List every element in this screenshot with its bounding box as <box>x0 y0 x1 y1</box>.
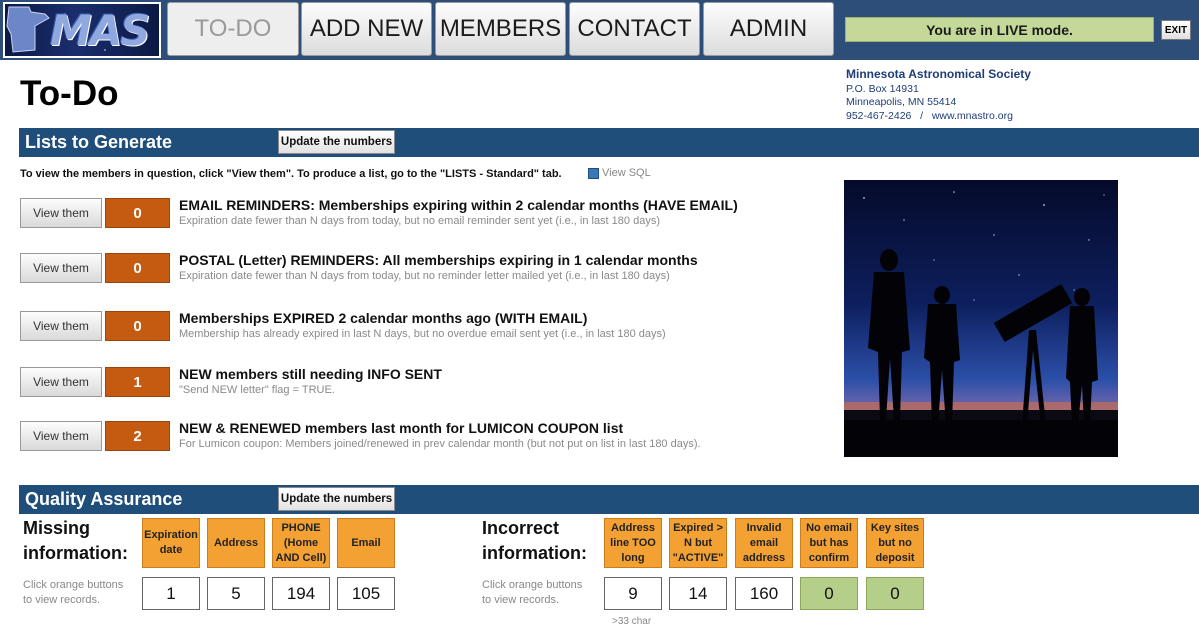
list-row-new-members: View them 1 NEW members still needing IN… <box>20 365 820 399</box>
incorrect-info-heading: Incorrect information: <box>482 516 587 566</box>
missing-info-note-line2: to view records. <box>23 594 101 606</box>
missing-info-note: Click orange buttons to view records. <box>23 578 123 608</box>
incorrect-key-sites-no-deposit-button[interactable]: Key sites but no deposit <box>866 518 924 568</box>
missing-email-count: 105 <box>337 577 395 610</box>
count-box: 0 <box>105 311 170 341</box>
org-name: Minnesota Astronomical Society <box>846 67 1031 81</box>
incorrect-info-heading-line1: Incorrect <box>482 518 560 538</box>
incorrect-invalid-email-button[interactable]: Invalid email address <box>735 518 793 568</box>
missing-info-heading-line1: Missing <box>23 518 91 538</box>
lists-section-bar: Lists to Generate <box>19 128 1199 157</box>
address-length-note: >33 char <box>612 616 652 627</box>
incorrect-info-heading-line2: information: <box>482 543 587 563</box>
incorrect-info-note-line2: to view records. <box>482 594 560 606</box>
list-row-email-reminders: View them 0 EMAIL REMINDERS: Memberships… <box>20 196 820 230</box>
live-mode-indicator: You are in LIVE mode. <box>845 17 1154 42</box>
row-title: EMAIL REMINDERS: Memberships expiring wi… <box>179 197 738 213</box>
incorrect-key-sites-no-deposit-count: 0 <box>866 577 924 610</box>
incorrect-address-too-long-count: 9 <box>604 577 662 610</box>
incorrect-no-email-confirm-count: 0 <box>800 577 858 610</box>
missing-info-heading: Missing information: <box>23 516 128 566</box>
tab-add-new[interactable]: ADD NEW <box>301 2 432 56</box>
list-row-expired: View them 0 Memberships EXPIRED 2 calend… <box>20 309 820 343</box>
view-sql-label: View SQL <box>602 167 651 179</box>
row-description: Expiration date fewer than N days from t… <box>179 215 660 227</box>
tab-members[interactable]: MEMBERS <box>435 2 566 56</box>
row-title: POSTAL (Letter) REMINDERS: All membershi… <box>179 252 698 268</box>
org-website[interactable]: www.mnastro.org <box>932 110 1013 122</box>
incorrect-address-too-long-button[interactable]: Address line TOO long <box>604 518 662 568</box>
incorrect-expired-active-button[interactable]: Expired > N but "ACTIVE" <box>669 518 727 568</box>
missing-info-heading-line2: information: <box>23 543 128 563</box>
list-row-postal-reminders: View them 0 POSTAL (Letter) REMINDERS: A… <box>20 251 820 285</box>
mas-logo[interactable]: MAS <box>3 2 161 58</box>
stargazers-illustration <box>844 180 1118 457</box>
row-description: "Send NEW letter" flag = TRUE. <box>179 384 335 396</box>
page-title: To-Do <box>20 74 119 113</box>
view-them-button[interactable]: View them <box>20 367 102 397</box>
missing-email-button[interactable]: Email <box>337 518 395 568</box>
incorrect-info-note: Click orange buttons to view records. <box>482 578 582 608</box>
incorrect-no-email-confirm-button[interactable]: No email but has confirm <box>800 518 858 568</box>
top-nav-bar: MAS TO-DO ADD NEW MEMBERS CONTACT ADMIN … <box>0 0 1199 60</box>
tab-to-do[interactable]: TO-DO <box>167 2 299 56</box>
org-separator: / <box>920 109 924 122</box>
lists-section-title: Lists to Generate <box>25 132 173 152</box>
row-description: For Lumicon coupon: Members joined/renew… <box>179 438 701 450</box>
view-them-button[interactable]: View them <box>20 253 102 283</box>
row-title: NEW & RENEWED members last month for LUM… <box>179 420 624 436</box>
missing-expiration-date-count: 1 <box>142 577 200 610</box>
qa-section-title: Quality Assurance <box>25 489 183 509</box>
view-sql-toggle[interactable]: View SQL <box>588 167 651 179</box>
missing-expiration-date-button[interactable]: Expiration date <box>142 518 200 568</box>
row-description: Membership has already expired in last N… <box>179 328 666 340</box>
lists-instructions: To view the members in question, click "… <box>20 168 562 180</box>
view-them-button[interactable]: View them <box>20 311 102 341</box>
missing-phone-count: 194 <box>272 577 330 610</box>
org-address-line1: P.O. Box 14931 <box>846 82 919 95</box>
logo-text: MAS <box>50 6 151 55</box>
org-contact-line: 952-467-2426 / www.mnastro.org <box>846 110 1031 124</box>
count-box: 0 <box>105 253 170 283</box>
tab-admin[interactable]: ADMIN <box>703 2 834 56</box>
incorrect-invalid-email-count: 160 <box>735 577 793 610</box>
count-box: 1 <box>105 367 170 397</box>
view-them-button[interactable]: View them <box>20 198 102 228</box>
missing-address-count: 5 <box>207 577 265 610</box>
missing-phone-button[interactable]: PHONE (Home AND Cell) <box>272 518 330 568</box>
qa-section-bar: Quality Assurance <box>19 485 1199 514</box>
tab-contact[interactable]: CONTACT <box>569 2 700 56</box>
incorrect-expired-active-count: 14 <box>669 577 727 610</box>
checkbox-icon[interactable] <box>588 167 599 179</box>
missing-info-note-line1: Click orange buttons <box>23 579 124 591</box>
org-address-line2: Minneapolis, MN 55414 <box>846 96 957 108</box>
qa-update-numbers-button[interactable]: Update the numbers <box>278 487 395 511</box>
list-row-lumicon-coupon: View them 2 NEW & RENEWED members last m… <box>20 419 820 453</box>
missing-address-button[interactable]: Address <box>207 518 265 568</box>
view-them-button[interactable]: View them <box>20 421 102 451</box>
row-description: Expiration date fewer than N days from t… <box>179 270 670 282</box>
logo-background: MAS <box>5 4 159 56</box>
row-title: Memberships EXPIRED 2 calendar months ag… <box>179 310 588 326</box>
row-title: NEW members still needing INFO SENT <box>179 366 442 382</box>
lists-update-numbers-button[interactable]: Update the numbers <box>278 130 395 154</box>
count-box: 0 <box>105 198 170 228</box>
exit-button[interactable]: EXIT <box>1161 20 1191 40</box>
stargazers-photo <box>844 180 1118 457</box>
org-address-block: Minnesota Astronomical Society P.O. Box … <box>846 67 1031 124</box>
org-phone: 952-467-2426 <box>846 109 912 122</box>
incorrect-info-note-line1: Click orange buttons <box>482 579 583 591</box>
count-box: 2 <box>105 421 170 451</box>
